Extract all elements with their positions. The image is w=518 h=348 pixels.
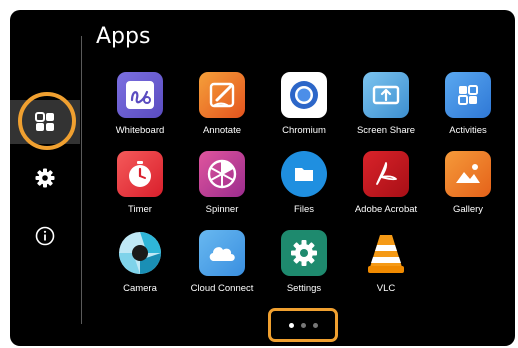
app-label: Annotate xyxy=(202,125,242,136)
page-title: Apps xyxy=(96,24,151,49)
gallery-icon xyxy=(445,151,491,197)
app-label: Whiteboard xyxy=(115,125,165,136)
folder-icon xyxy=(281,151,327,197)
app-annotate[interactable]: Annotate xyxy=(182,72,262,150)
app-label: VLC xyxy=(376,283,396,294)
sidebar-item-settings[interactable] xyxy=(10,156,80,200)
chromium-icon xyxy=(281,72,327,118)
app-label: Chromium xyxy=(282,125,326,136)
sidebar-focus-ring xyxy=(18,92,76,150)
info-icon xyxy=(35,226,55,246)
sidebar-item-info[interactable] xyxy=(10,214,80,258)
page-dot-1[interactable] xyxy=(288,322,294,328)
activities-icon xyxy=(445,72,491,118)
timer-icon xyxy=(117,151,163,197)
whiteboard-icon xyxy=(117,72,163,118)
app-label: Camera xyxy=(123,283,157,294)
app-cloud-connect[interactable]: Cloud Connect xyxy=(182,230,262,308)
app-label: Activities xyxy=(449,125,487,136)
app-adobe-acrobat[interactable]: Adobe Acrobat xyxy=(346,151,426,229)
app-gallery[interactable]: Gallery xyxy=(428,151,508,229)
app-settings[interactable]: Settings xyxy=(264,230,344,308)
page-dot-3[interactable] xyxy=(312,322,318,328)
screen-share-icon xyxy=(363,72,409,118)
acrobat-icon xyxy=(363,151,409,197)
app-screen-share[interactable]: Screen Share xyxy=(346,72,426,150)
app-label: Files xyxy=(293,204,315,215)
annotate-icon xyxy=(199,72,245,118)
spinner-icon xyxy=(199,151,245,197)
vlc-icon xyxy=(363,230,409,276)
app-label: Gallery xyxy=(452,204,484,215)
app-label: Settings xyxy=(286,283,322,294)
app-chromium[interactable]: Chromium xyxy=(264,72,344,150)
app-label: Timer xyxy=(128,204,152,215)
page-indicator[interactable] xyxy=(268,308,338,342)
sidebar xyxy=(10,10,80,346)
settings-app-icon xyxy=(281,230,327,276)
app-whiteboard[interactable]: Whiteboard xyxy=(100,72,180,150)
sidebar-divider xyxy=(81,36,82,324)
gear-icon xyxy=(35,168,55,188)
app-label: Adobe Acrobat xyxy=(354,204,418,215)
app-activities[interactable]: Activities xyxy=(428,72,508,150)
apps-screen: Apps Whiteboard Annotate Chromium Screen… xyxy=(10,10,515,346)
app-camera[interactable]: Camera xyxy=(100,230,180,308)
page-dot-2[interactable] xyxy=(300,322,306,328)
app-label: Cloud Connect xyxy=(190,283,254,294)
app-label: Screen Share xyxy=(356,125,416,136)
app-label: Spinner xyxy=(205,204,239,215)
app-files[interactable]: Files xyxy=(264,151,344,229)
app-timer[interactable]: Timer xyxy=(100,151,180,229)
cloud-icon xyxy=(199,230,245,276)
app-vlc[interactable]: VLC xyxy=(346,230,426,308)
app-spinner[interactable]: Spinner xyxy=(182,151,262,229)
camera-icon xyxy=(117,230,163,276)
